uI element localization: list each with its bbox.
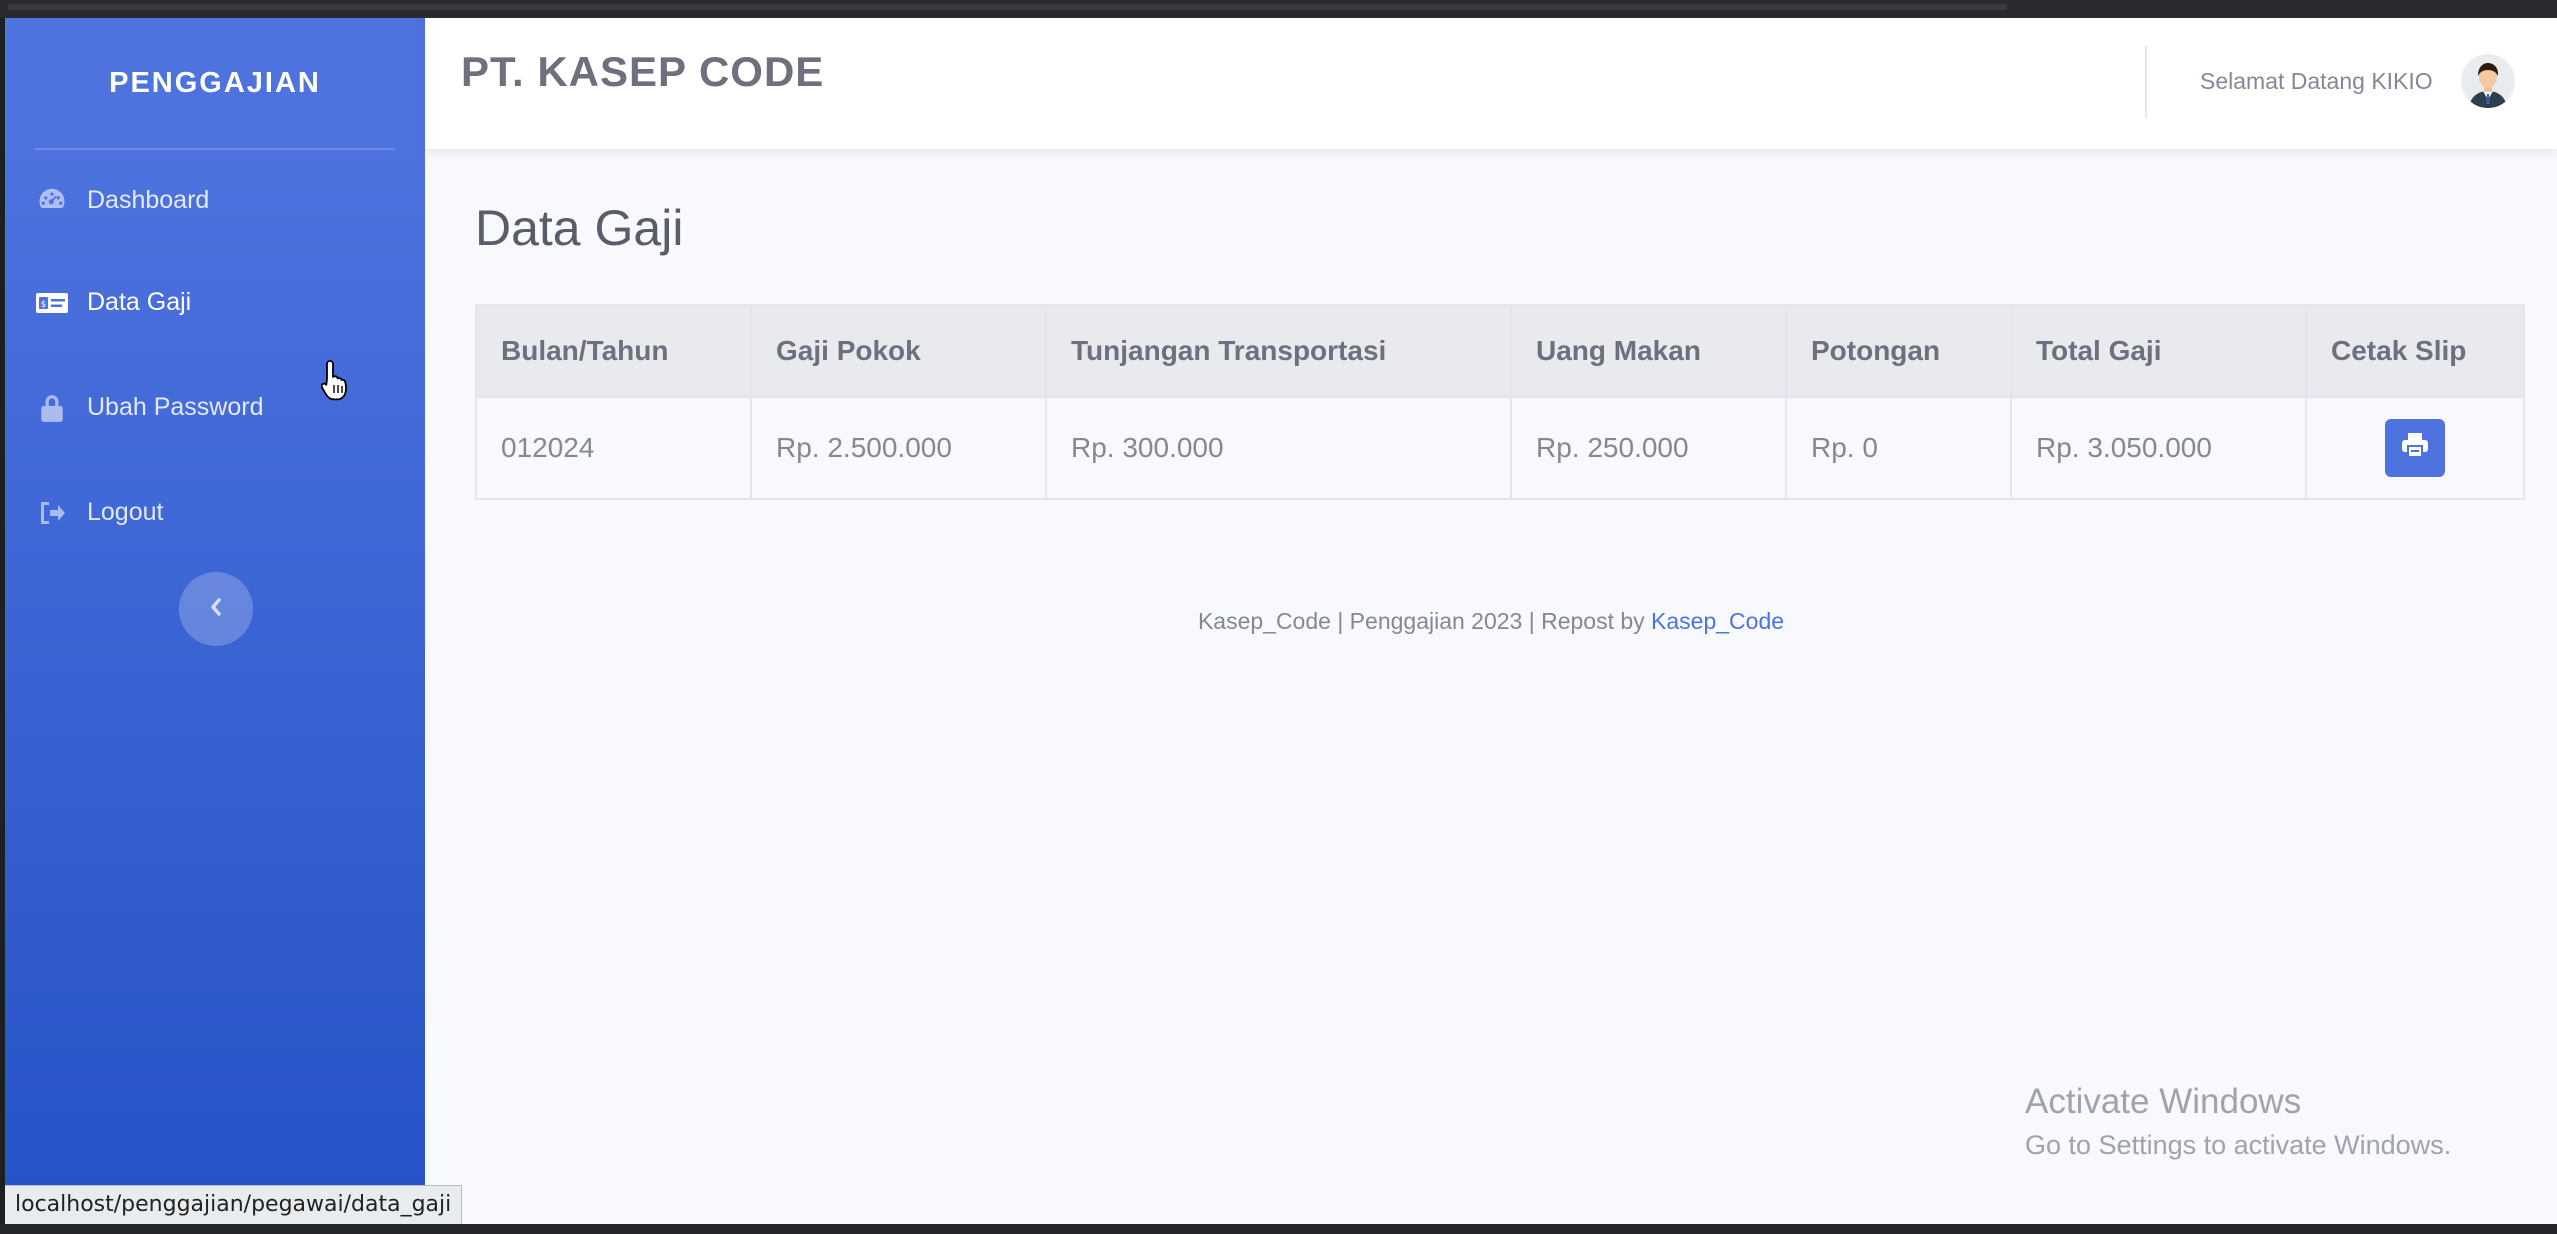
footer-link[interactable]: Kasep_Code xyxy=(1651,608,1784,634)
column-header: Bulan/Tahun xyxy=(475,304,752,398)
user-avatar-icon[interactable] xyxy=(2461,54,2515,108)
page-title: Data Gaji xyxy=(475,200,684,256)
salary-table: Bulan/Tahun Gaji Pokok Tunjangan Transpo… xyxy=(475,304,2525,500)
money-bill-icon: $ xyxy=(35,286,69,320)
print-icon xyxy=(2401,432,2429,465)
company-name: PT. KASEP CODE xyxy=(461,48,825,95)
watermark-title: Activate Windows xyxy=(2025,1082,2302,1121)
watermark-subtitle: Go to Settings to activate Windows. xyxy=(2025,1130,2452,1160)
sign-out-icon xyxy=(35,496,69,530)
table-cell-total-salary: Rp. 3.050.000 xyxy=(2010,396,2307,500)
tachometer-icon xyxy=(35,183,69,217)
sidebar-item-label: Dashboard xyxy=(87,185,210,214)
table-cell-deduction: Rp. 0 xyxy=(1785,396,2012,500)
main-content: Data Gaji Bulan/Tahun Gaji Pokok Tunjang… xyxy=(425,149,2557,1224)
svg-text:$: $ xyxy=(41,300,47,310)
status-bar-url: localhost/penggajian/pegawai/data_gaji xyxy=(5,1185,463,1224)
salary-table-container: Bulan/Tahun Gaji Pokok Tunjangan Transpo… xyxy=(475,304,2525,500)
table-cell-print xyxy=(2305,396,2525,500)
table-row: 012024 Rp. 2.500.000 Rp. 300.000 Rp. 250… xyxy=(475,396,2525,500)
sidebar-item-label: Ubah Password xyxy=(87,393,264,421)
chevron-left-icon xyxy=(207,596,225,623)
table-cell-transport-allowance: Rp. 300.000 xyxy=(1045,396,1512,500)
sidebar: PENGGAJIAN Dashboard $ Data Gaji Ubah Pa… xyxy=(5,18,463,1224)
sidebar-item-ubah-password[interactable]: Ubah Password xyxy=(5,355,425,460)
sidebar-item-label: Data Gaji xyxy=(87,288,192,316)
lock-icon xyxy=(35,391,69,425)
sidebar-item-data-gaji[interactable]: $ Data Gaji xyxy=(5,250,425,355)
footer-text: Kasep_Code | Penggajian 2023 | Repost by xyxy=(1197,608,1652,634)
sidebar-item-label: Logout xyxy=(87,498,164,526)
column-header: Uang Makan xyxy=(1510,304,1787,398)
app-window: PENGGAJIAN Dashboard $ Data Gaji Ubah Pa… xyxy=(5,18,2557,1224)
column-header: Total Gaji xyxy=(2010,304,2307,398)
table-cell-basic-salary: Rp. 2.500.000 xyxy=(750,396,1047,500)
sidebar-toggle-button[interactable] xyxy=(179,572,253,646)
topbar-divider xyxy=(2145,46,2147,118)
print-slip-button[interactable] xyxy=(2385,419,2445,477)
column-header: Potongan xyxy=(1785,304,2012,398)
sidebar-brand[interactable]: PENGGAJIAN xyxy=(5,18,425,148)
table-cell-period: 012024 xyxy=(475,396,752,500)
hand-pointer-cursor-icon xyxy=(320,358,351,407)
browser-top-strip xyxy=(0,0,2557,18)
table-cell-meal-allowance: Rp. 250.000 xyxy=(1510,396,1787,500)
windows-activation-watermark: Activate Windows Go to Settings to activ… xyxy=(2025,1082,2451,1161)
column-header: Tunjangan Transportasi xyxy=(1045,304,1512,398)
table-header-row: Bulan/Tahun Gaji Pokok Tunjangan Transpo… xyxy=(475,304,2525,398)
topbar: PT. KASEP CODE Selamat Datang KIKIO xyxy=(425,18,2557,149)
welcome-text[interactable]: Selamat Datang KIKIO xyxy=(2200,68,2433,95)
taskbar-strip xyxy=(0,1224,2557,1234)
column-header: Cetak Slip xyxy=(2305,304,2525,398)
sidebar-item-logout[interactable]: Logout xyxy=(5,460,425,565)
column-header: Gaji Pokok xyxy=(750,304,1047,398)
footer: Kasep_Code | Penggajian 2023 | Repost by… xyxy=(425,608,2557,635)
sidebar-item-dashboard[interactable]: Dashboard xyxy=(5,150,425,250)
